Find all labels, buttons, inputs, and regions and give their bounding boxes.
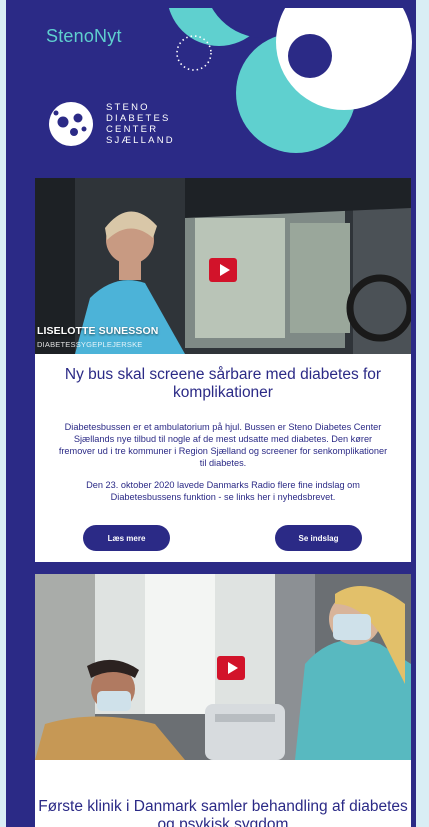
- article-card: Første klinik i Danmark samler behandlin…: [35, 574, 411, 827]
- article-paragraph: Diabetesbussen er et ambulatorium på hju…: [58, 422, 388, 468]
- logo-line: DIABETES: [106, 113, 171, 124]
- article-headline: Første klinik i Danmark samler behandlin…: [38, 798, 408, 827]
- play-icon[interactable]: [209, 258, 237, 282]
- logo-wordmark: STENO DIABETES CENTER SJÆLLAND: [106, 102, 175, 146]
- newsletter: StenoNyt STENO DIABETES CENTER SJÆLLAND: [6, 0, 416, 827]
- brand-title: StenoNyt: [46, 26, 122, 46]
- see-clip-button[interactable]: Se indslag: [275, 525, 362, 551]
- read-more-button[interactable]: Læs mere: [83, 525, 170, 551]
- logo-mark-icon: [49, 102, 93, 146]
- article-headline: Ny bus skal screene sårbare med diabetes…: [64, 366, 382, 401]
- video-caption-role: DIABETESSYGEPLEJERSKE: [37, 340, 143, 349]
- video-caption-name: LISELOTTE SUNESSON: [37, 325, 159, 337]
- steno-logo: STENO DIABETES CENTER SJÆLLAND: [48, 101, 198, 147]
- video-thumbnail[interactable]: LISELOTTE SUNESSON DIABETESSYGEPLEJERSKE: [35, 178, 411, 354]
- newsletter-header: StenoNyt STENO DIABETES CENTER SJÆLLAND: [6, 8, 416, 178]
- article-paragraph: Den 23. oktober 2020 lavede Danmarks Rad…: [86, 480, 360, 502]
- logo-line: CENTER: [106, 124, 159, 135]
- article-card: LISELOTTE SUNESSON DIABETESSYGEPLEJERSKE…: [35, 178, 411, 562]
- video-thumbnail[interactable]: [35, 574, 411, 760]
- play-icon[interactable]: [217, 656, 245, 680]
- logo-line: SJÆLLAND: [106, 135, 175, 146]
- logo-line: STENO: [106, 102, 150, 113]
